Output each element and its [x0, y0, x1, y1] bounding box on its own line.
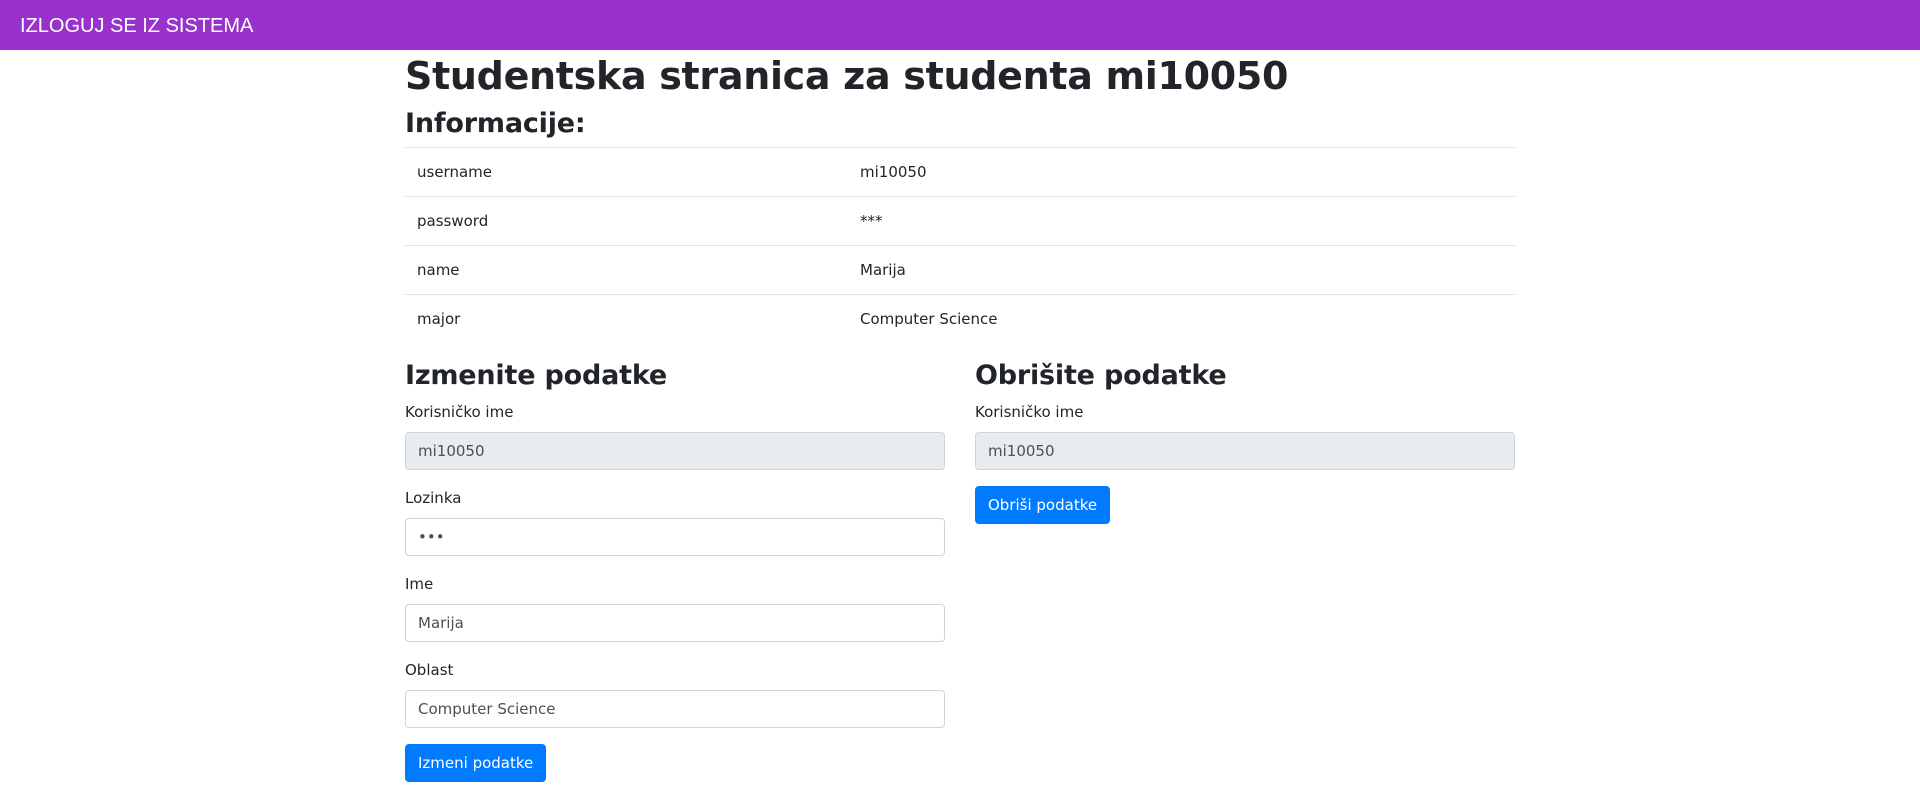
info-value-password: ***	[848, 196, 1515, 246]
edit-major-label: Oblast	[405, 661, 454, 679]
table-row: password ***	[405, 196, 1515, 246]
info-value-name: Marija	[848, 245, 1515, 295]
info-value-major: Computer Science	[848, 294, 1515, 344]
edit-username-input[interactable]	[405, 432, 945, 470]
table-row: major Computer Science	[405, 294, 1515, 344]
table-row: name Marija	[405, 245, 1515, 295]
info-key-name: name	[405, 245, 848, 295]
edit-submit-button[interactable]: Izmeni podatke	[405, 744, 547, 782]
edit-name-label: Ime	[405, 575, 434, 593]
delete-submit-button[interactable]: Obriši podatke	[975, 486, 1111, 524]
edit-username-label: Korisničko ime	[405, 403, 514, 421]
info-key-password: password	[405, 196, 848, 246]
info-table: username mi10050 password *** name Marij…	[405, 147, 1515, 344]
edit-password-label: Lozinka	[405, 489, 462, 507]
delete-username-label: Korisničko ime	[975, 403, 1084, 421]
delete-section-title: Obrišite podatke	[975, 360, 1227, 391]
info-key-username: username	[405, 147, 848, 197]
edit-password-input[interactable]	[405, 518, 945, 556]
info-key-major: major	[405, 294, 848, 344]
delete-username-input[interactable]	[975, 432, 1515, 470]
info-section-title: Informacije:	[405, 108, 586, 139]
table-row: username mi10050	[405, 147, 1515, 197]
page-title: Studentska stranica za studenta mi10050	[405, 54, 1289, 98]
edit-major-input[interactable]	[405, 690, 945, 728]
logout-link[interactable]: IZLOGUJ SE IZ SISTEMA	[20, 14, 253, 38]
edit-name-input[interactable]	[405, 604, 945, 642]
edit-section-title: Izmenite podatke	[405, 360, 667, 391]
info-value-username: mi10050	[848, 147, 1515, 197]
top-navbar: IZLOGUJ SE IZ SISTEMA	[0, 0, 1920, 50]
